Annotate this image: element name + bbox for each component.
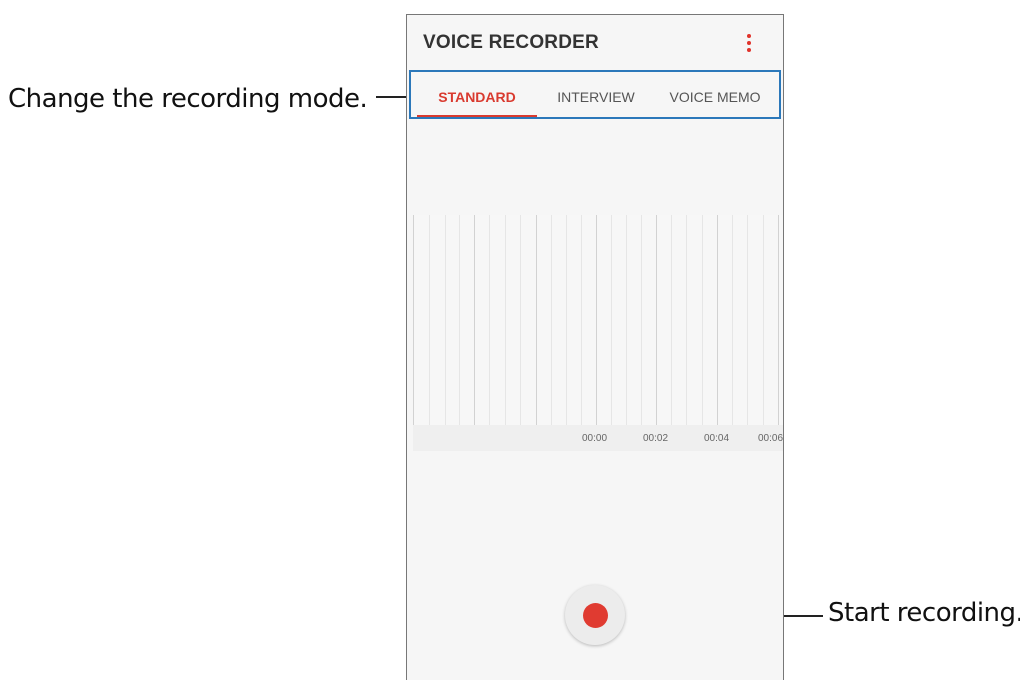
record-icon [583, 603, 608, 628]
more-vert-icon[interactable] [738, 31, 760, 55]
callout-record-text: Start recording. [828, 598, 1020, 628]
waveform-grid [413, 215, 783, 425]
timeline-label: 00:00 [582, 433, 608, 444]
waveform-area: 00:00 00:02 00:04 00:06 [413, 215, 784, 451]
timeline-label: 00:04 [704, 433, 730, 444]
mode-tabs-highlight [409, 70, 781, 119]
callout-mode-line [376, 96, 410, 98]
callout-mode-text: Change the recording mode. [8, 84, 368, 114]
app-header: VOICE RECORDER [407, 15, 783, 75]
timeline-label: 00:06 [758, 433, 784, 444]
app-title: VOICE RECORDER [423, 32, 599, 53]
timeline-label: 00:02 [643, 433, 669, 444]
record-button[interactable] [565, 585, 625, 645]
